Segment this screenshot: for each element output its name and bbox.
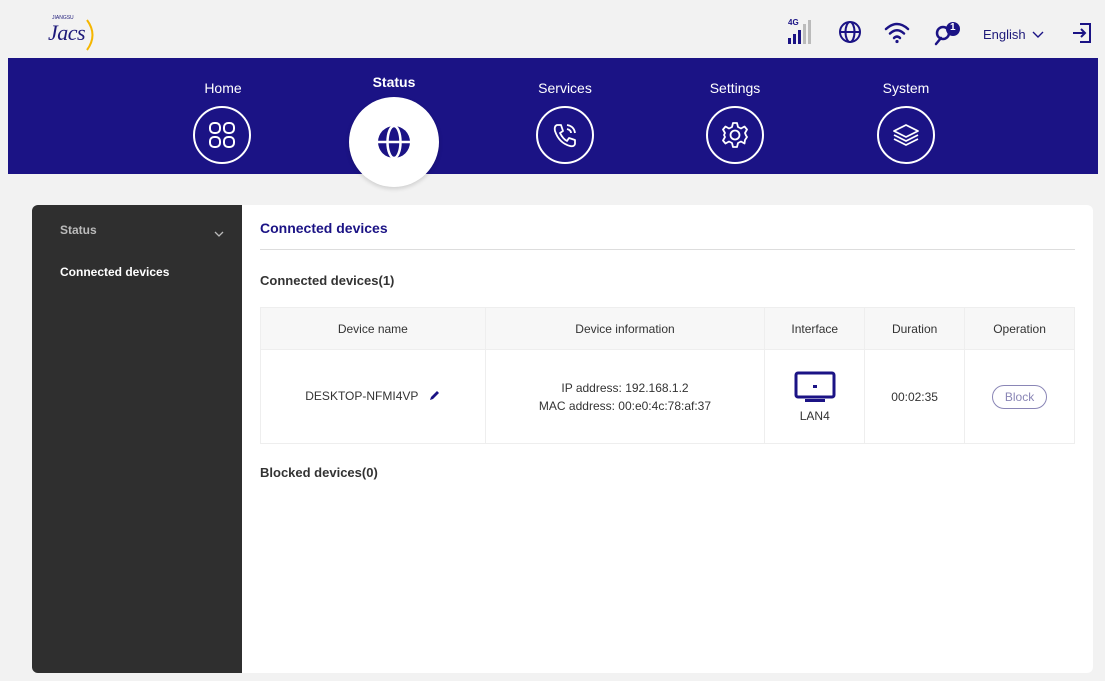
notification-icon[interactable]: 1 bbox=[933, 20, 963, 51]
col-header-operation: Operation bbox=[964, 307, 1075, 350]
device-name-cell: DESKTOP-NFMI4VP bbox=[260, 349, 486, 444]
block-button[interactable]: Block bbox=[992, 384, 1048, 409]
top-bar: JIANGSU Jacs 4G 1 English bbox=[0, 0, 1105, 58]
nav-home-label: Home bbox=[204, 80, 242, 96]
device-information-cell: IP address: 192.168.1.2 MAC address: 00:… bbox=[484, 349, 766, 444]
title-divider bbox=[260, 249, 1075, 250]
interface-label: LAN4 bbox=[799, 408, 830, 423]
logout-icon[interactable] bbox=[1071, 22, 1093, 49]
table-row: DESKTOP-NFMI4VP IP address: 192.168.1.2 … bbox=[260, 349, 1075, 444]
page-title: Connected devices bbox=[260, 220, 388, 236]
nav-home[interactable]: Home bbox=[178, 58, 268, 174]
brand-logo-text: Jacs bbox=[48, 20, 86, 45]
ip-address: IP address: 192.168.1.2 bbox=[561, 380, 689, 395]
nav-system[interactable]: System bbox=[861, 58, 951, 174]
col-header-device-name: Device name bbox=[260, 307, 486, 350]
col-header-duration: Duration bbox=[864, 307, 966, 350]
wifi-icon[interactable] bbox=[884, 20, 910, 49]
nav-status-label: Status bbox=[372, 74, 416, 90]
duration-cell: 00:02:35 bbox=[864, 349, 966, 444]
globe-icon bbox=[378, 124, 410, 160]
sidebar-item-connected-devices[interactable]: Connected devices bbox=[60, 265, 169, 279]
notification-count-badge: 1 bbox=[950, 22, 956, 33]
grid-icon bbox=[193, 106, 251, 164]
connected-devices-heading: Connected devices(1) bbox=[260, 273, 395, 288]
mac-address: MAC address: 00:e0:4c:78:af:37 bbox=[538, 398, 712, 413]
sidebar-header-status[interactable]: Status bbox=[60, 223, 97, 237]
brand-logo[interactable]: JIANGSU Jacs bbox=[40, 12, 100, 52]
content-panel: Connected devices Connected devices(1) D… bbox=[242, 205, 1093, 673]
nav-status[interactable]: Status bbox=[349, 58, 439, 98]
device-name: DESKTOP-NFMI4VP bbox=[305, 388, 419, 403]
chevron-down-icon bbox=[1032, 27, 1044, 42]
nav-status-active-circle[interactable] bbox=[349, 97, 439, 187]
gear-icon bbox=[706, 106, 764, 164]
interface-cell: LAN4 bbox=[764, 349, 866, 444]
monitor-icon bbox=[794, 371, 836, 402]
layers-icon bbox=[877, 106, 935, 164]
main-nav: Home Status Services Settings System bbox=[8, 58, 1098, 174]
nav-settings-label: Settings bbox=[709, 80, 761, 96]
logo-arc-icon bbox=[86, 19, 94, 51]
language-label: English bbox=[983, 27, 1026, 42]
chevron-down-icon[interactable] bbox=[214, 225, 224, 243]
col-header-interface: Interface bbox=[764, 307, 866, 350]
table-header-row: Device name Device information Interface… bbox=[260, 307, 1075, 350]
nav-system-label: System bbox=[882, 80, 930, 96]
phone-icon bbox=[536, 106, 594, 164]
nav-services[interactable]: Services bbox=[520, 58, 610, 174]
blocked-devices-heading: Blocked devices(0) bbox=[260, 465, 378, 480]
sidebar: Status Connected devices bbox=[32, 205, 242, 673]
internet-globe-icon[interactable] bbox=[838, 20, 862, 49]
connected-devices-table: Device name Device information Interface… bbox=[260, 307, 1075, 444]
language-selector[interactable]: English bbox=[983, 27, 1044, 42]
nav-services-label: Services bbox=[538, 80, 592, 96]
col-header-device-information: Device information bbox=[484, 307, 766, 350]
nav-settings[interactable]: Settings bbox=[690, 58, 780, 174]
edit-pencil-icon[interactable] bbox=[428, 390, 440, 405]
operation-cell: Block bbox=[964, 349, 1075, 444]
